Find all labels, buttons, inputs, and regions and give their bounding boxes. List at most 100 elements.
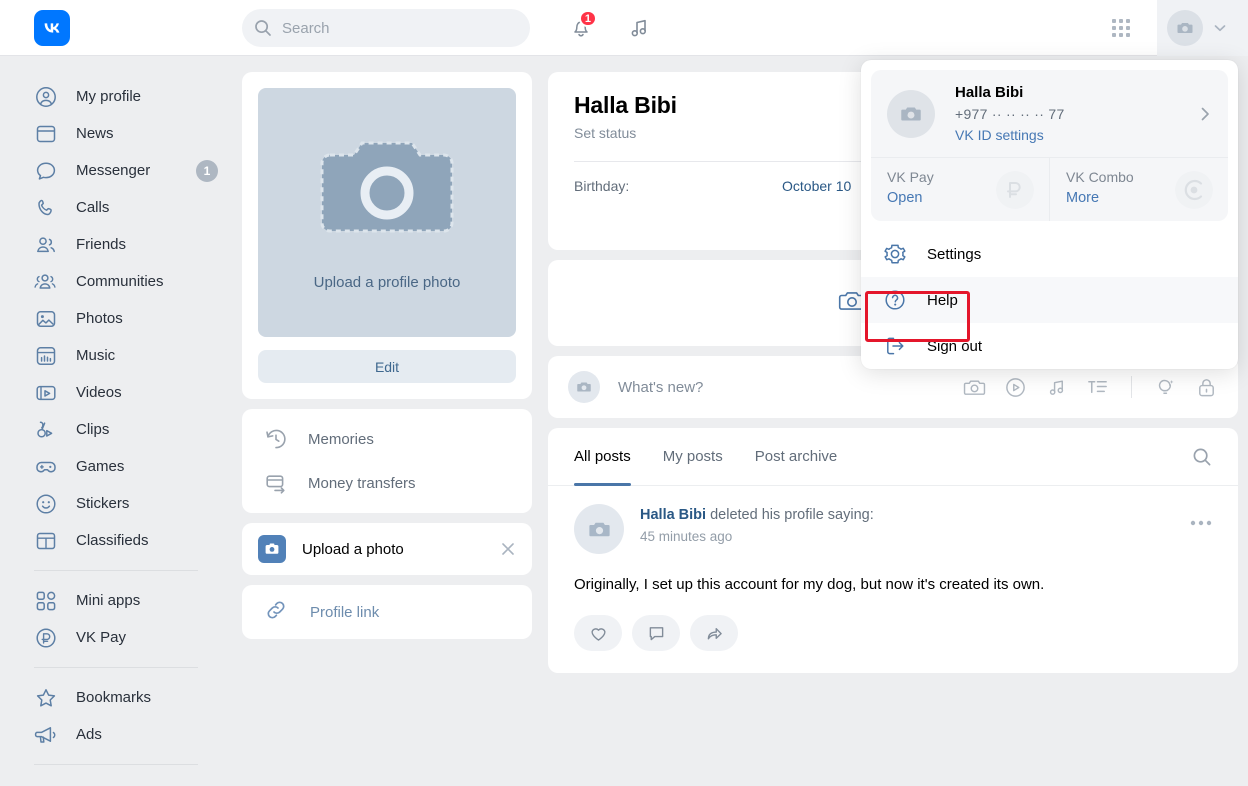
- account-menu-button[interactable]: [1157, 0, 1248, 56]
- grid-apps-icon[interactable]: [1103, 10, 1139, 46]
- comment-button[interactable]: [632, 615, 680, 651]
- birthday-value[interactable]: October 10: [782, 178, 851, 194]
- profile-link-card[interactable]: Profile link: [242, 585, 532, 639]
- combo-icon: [1174, 170, 1214, 215]
- more-dots-icon[interactable]: [1190, 520, 1212, 526]
- sidebar-item-label: Music: [76, 347, 116, 364]
- post-meta: Halla Bibi deleted his profile saying: 4…: [640, 504, 874, 544]
- tab-all-posts[interactable]: All posts: [574, 428, 631, 486]
- edit-button[interactable]: Edit: [258, 350, 516, 383]
- video-circle-icon[interactable]: [1004, 376, 1027, 399]
- composer-input[interactable]: What's new?: [618, 379, 963, 396]
- sidebar-item-badge: 1: [196, 159, 218, 182]
- sidebar-item-stickers[interactable]: Stickers: [0, 485, 232, 522]
- gamepad-icon: [34, 455, 58, 479]
- sidebar-item-games[interactable]: Games: [0, 448, 232, 485]
- sidebar-item-label: News: [76, 125, 114, 142]
- upload-photo-label: Upload a profile photo: [313, 273, 461, 291]
- profile-link-money-transfers[interactable]: Money transfers: [242, 461, 532, 505]
- notification-badge: 1: [578, 10, 597, 27]
- sidebar-item-bookmarks[interactable]: Bookmarks: [0, 679, 232, 716]
- profile-link-label: Money transfers: [308, 474, 416, 492]
- lamp-star-icon[interactable]: [1154, 376, 1177, 399]
- feed-post: Halla Bibi deleted his profile saying: 4…: [548, 486, 1238, 673]
- lock-icon[interactable]: [1195, 376, 1218, 399]
- sidebar-item-photos[interactable]: Photos: [0, 300, 232, 337]
- classifieds-icon: [34, 529, 58, 553]
- communities-icon: [34, 270, 58, 294]
- dropdown-user-name: Halla Bibi: [955, 84, 1024, 101]
- tab-label: My posts: [662, 448, 723, 465]
- sidebar-item-videos[interactable]: Videos: [0, 374, 232, 411]
- top-header: 1: [0, 0, 1248, 56]
- sidebar-item-mini-apps[interactable]: Mini apps: [0, 582, 232, 619]
- sidebar-item-vk-pay[interactable]: VK Pay: [0, 619, 232, 656]
- post-author-link[interactable]: Halla Bibi: [640, 507, 706, 523]
- birthday-label: Birthday:: [574, 178, 630, 194]
- link-chain-icon: [264, 598, 288, 627]
- upload-profile-photo-area[interactable]: Upload a profile photo: [258, 88, 516, 337]
- dropdown-item-label: Help: [927, 291, 958, 309]
- sidebar-item-music[interactable]: Music: [0, 337, 232, 374]
- sidebar-item-communities[interactable]: Communities: [0, 263, 232, 300]
- like-button[interactable]: [574, 615, 622, 651]
- ruble-icon: [995, 170, 1035, 215]
- post-avatar[interactable]: [574, 504, 624, 554]
- chevron-down-icon: [1212, 20, 1228, 36]
- post-header: Halla Bibi deleted his profile saying: 4…: [574, 504, 1212, 554]
- close-icon[interactable]: [500, 541, 516, 557]
- camera-icon[interactable]: [963, 376, 986, 399]
- vk-combo-cell[interactable]: VK Combo More: [1049, 158, 1228, 221]
- photo-icon: [34, 307, 58, 331]
- post-headline: Halla Bibi deleted his profile saying:: [640, 507, 874, 523]
- dropdown-item-settings[interactable]: Settings: [861, 231, 1238, 277]
- dropdown-item-sign-out[interactable]: Sign out: [861, 323, 1238, 369]
- notifications-button[interactable]: 1: [563, 10, 599, 46]
- gear-icon: [883, 242, 907, 266]
- avatar: [1167, 10, 1203, 46]
- post-text: Originally, I set up this account for my…: [574, 576, 1045, 593]
- vk-logo-icon[interactable]: [34, 10, 70, 46]
- dropdown-services: VK Pay Open VK Combo More: [871, 157, 1228, 221]
- music-note-icon[interactable]: [621, 10, 657, 46]
- search-box[interactable]: [242, 9, 530, 47]
- sidebar-item-label: Mini apps: [76, 592, 141, 609]
- sidebar-item-my-profile[interactable]: My profile: [0, 78, 232, 115]
- share-button[interactable]: [690, 615, 738, 651]
- ruble-circle-icon: [34, 626, 58, 650]
- tab-my-posts[interactable]: My posts: [663, 428, 723, 486]
- sidebar-item-clips[interactable]: Clips: [0, 411, 232, 448]
- vk-pay-cell[interactable]: VK Pay Open: [871, 158, 1049, 221]
- upload-photo-banner-label: Upload a photo: [302, 540, 404, 558]
- sidebar-item-label: Communities: [76, 273, 164, 290]
- profile-link-memories[interactable]: Memories: [242, 417, 532, 461]
- sidebar-item-label: Friends: [76, 236, 127, 253]
- music-note-icon[interactable]: [1045, 376, 1068, 399]
- sidebar-item-classifieds[interactable]: Classifieds: [0, 522, 232, 559]
- sidebar-item-friends[interactable]: Friends: [0, 226, 232, 263]
- search-input[interactable]: [282, 19, 502, 37]
- sidebar-item-calls[interactable]: Calls: [0, 189, 232, 226]
- camera-large-icon: [320, 135, 454, 248]
- dropdown-user-row[interactable]: Halla Bibi +977 ·· ·· ·· ·· 77 VK ID set…: [871, 70, 1228, 157]
- dropdown-avatar: [887, 89, 935, 138]
- tab-post-archive[interactable]: Post archive: [755, 428, 838, 486]
- sidebar-item-ads[interactable]: Ads: [0, 716, 232, 753]
- phone-icon: [34, 196, 58, 220]
- feed-search-icon[interactable]: [1192, 447, 1212, 467]
- profile-photo-card: Upload a profile photo Edit: [242, 72, 532, 399]
- dropdown-item-help[interactable]: Help: [861, 277, 1238, 323]
- sidebar-item-label: Calls: [76, 199, 110, 216]
- upload-photo-banner[interactable]: Upload a photo: [242, 523, 532, 575]
- sidebar-item-news[interactable]: News: [0, 115, 232, 152]
- vk-id-settings-link[interactable]: VK ID settings: [955, 127, 1188, 143]
- post-action-text: deleted his profile saying:: [706, 507, 874, 523]
- clips-icon: [34, 418, 58, 442]
- question-circle-icon: [883, 288, 907, 312]
- profile-links-card: Memories Money transfers: [242, 409, 532, 513]
- sidebar-divider-3: [34, 764, 198, 765]
- sidebar-item-messenger[interactable]: Messenger 1: [0, 152, 232, 189]
- sidebar-item-label: Videos: [76, 384, 122, 401]
- text-list-icon[interactable]: [1086, 376, 1109, 399]
- sidebar-item-label: Photos: [76, 310, 123, 327]
